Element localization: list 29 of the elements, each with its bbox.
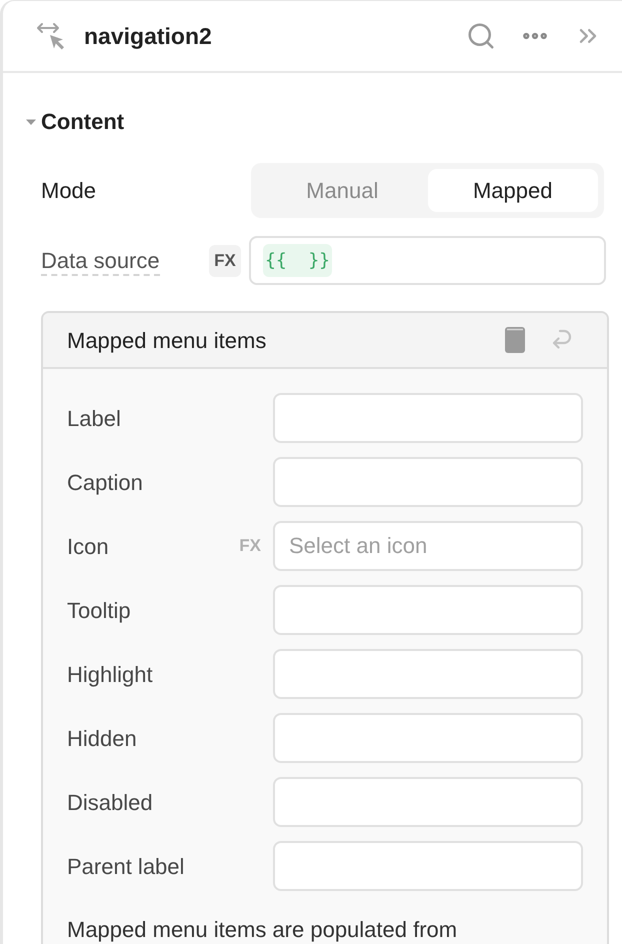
data-source-label: Data source — [41, 244, 209, 277]
book-icon[interactable] — [505, 327, 525, 353]
text-input[interactable] — [273, 713, 583, 763]
field-label: Label — [67, 404, 121, 432]
field-label: Disabled — [67, 788, 153, 816]
text-input[interactable]: Select an icon — [273, 521, 583, 571]
card-title: Mapped menu items — [67, 326, 266, 355]
field-label: Parent label — [67, 852, 184, 880]
text-input[interactable] — [273, 841, 583, 891]
mode-option[interactable]: Mapped — [428, 169, 598, 212]
text-input[interactable] — [273, 649, 583, 699]
field-label: Icon — [67, 532, 109, 560]
text-input[interactable] — [273, 585, 583, 635]
panel-title: navigation2 — [84, 22, 212, 51]
section-title[interactable]: Content — [41, 105, 124, 138]
text-input[interactable] — [273, 393, 583, 443]
arrows-cursor-icon — [36, 21, 66, 51]
field-label: Hidden — [67, 724, 137, 752]
fx-button[interactable]: FX — [209, 244, 241, 276]
help-text: Mapped menu items are populated from — [67, 916, 458, 944]
text-input[interactable] — [273, 777, 583, 827]
text-input[interactable] — [273, 457, 583, 507]
undo-icon[interactable] — [551, 329, 573, 351]
binding-token: {{ }} — [263, 244, 332, 277]
field-label: Tooltip — [67, 596, 131, 625]
field-label: Highlight — [67, 660, 153, 689]
field-label: Caption — [67, 468, 143, 497]
mode-label: Mode — [41, 177, 98, 205]
search-icon[interactable] — [466, 21, 496, 51]
